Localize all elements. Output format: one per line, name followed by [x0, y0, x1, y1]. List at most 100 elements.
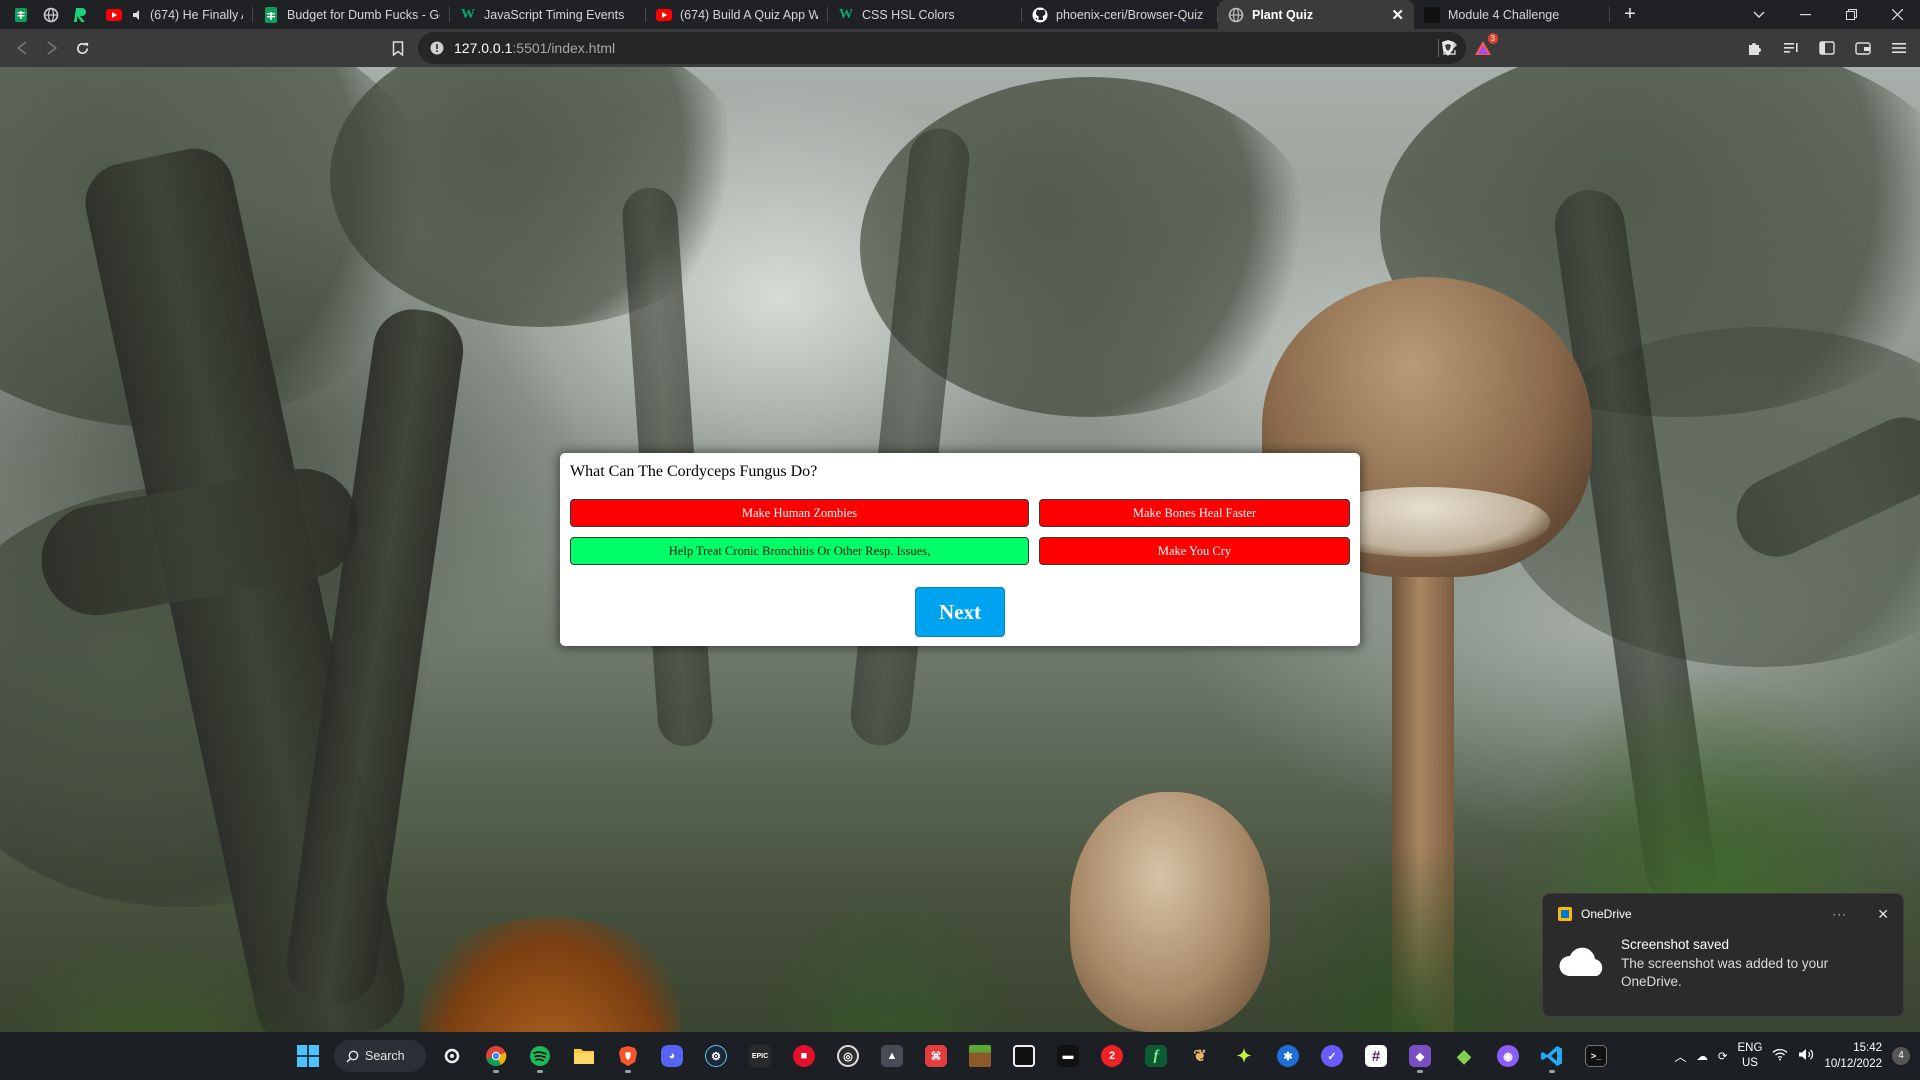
- taskbar-ea-app[interactable]: ■: [786, 1038, 822, 1074]
- taskbar-slack[interactable]: #: [1358, 1038, 1394, 1074]
- reload-button[interactable]: [67, 33, 97, 63]
- onedrive-notification[interactable]: OneDrive ··· ✕ Screenshot saved The scre…: [1542, 893, 1904, 1017]
- site-info-icon[interactable]: [430, 41, 444, 55]
- lion-shield-icon: [1442, 40, 1454, 56]
- brave-rewards-button[interactable]: 3: [1468, 33, 1498, 63]
- tab-module-4[interactable]: Module 4 Challenge: [1414, 0, 1610, 29]
- tab-label: phoenix-ceri/Browser-Quiz: [1056, 7, 1204, 22]
- tab-js-timing[interactable]: W JavaScript Timing Events: [450, 0, 646, 29]
- main-menu-button[interactable]: [1884, 33, 1914, 63]
- taskbar-vscode[interactable]: [1534, 1038, 1570, 1074]
- restore-window-icon[interactable]: [1828, 0, 1874, 29]
- taskbar-app-check[interactable]: ✓: [1314, 1038, 1350, 1074]
- taskbar-app-window[interactable]: [1006, 1038, 1042, 1074]
- taskbar-oculus[interactable]: ▬: [1050, 1038, 1086, 1074]
- notification-title: Screenshot saved: [1621, 937, 1730, 952]
- close-notification-icon[interactable]: ✕: [1877, 906, 1889, 923]
- tab-css-hsl[interactable]: W CSS HSL Colors: [828, 0, 1022, 29]
- wifi-icon[interactable]: [1772, 1048, 1788, 1064]
- taskbar-chrome[interactable]: [478, 1038, 514, 1074]
- answer-button-4[interactable]: Make You Cry: [1039, 537, 1350, 565]
- taskbar-discord[interactable]: ◕: [654, 1038, 690, 1074]
- taskbar-steelseries[interactable]: [434, 1038, 470, 1074]
- speaker-icon[interactable]: [130, 7, 146, 23]
- taskbar-sourcetree[interactable]: ◆: [1446, 1038, 1482, 1074]
- taskbar-minecraft[interactable]: [962, 1038, 998, 1074]
- sync-icon[interactable]: ⟳: [1718, 1049, 1728, 1063]
- onedrive-app-icon: [1558, 907, 1572, 921]
- taskbar-spotify[interactable]: [522, 1038, 558, 1074]
- clock[interactable]: 15:42 10/12/2022: [1824, 1040, 1882, 1072]
- taskbar-github-desktop[interactable]: ◉: [1490, 1038, 1526, 1074]
- tab-youtube-admitted[interactable]: (674) He Finally Admitted: [96, 0, 253, 29]
- taskbar-app-f[interactable]: f: [1138, 1038, 1174, 1074]
- taskbar-search[interactable]: Search: [334, 1040, 426, 1072]
- language-indicator[interactable]: ENG US: [1738, 1041, 1763, 1071]
- taskbar-steam[interactable]: ⚙: [698, 1038, 734, 1074]
- clock-date: 10/12/2022: [1824, 1058, 1882, 1070]
- taskbar-app-bluetooth[interactable]: ✱: [1270, 1038, 1306, 1074]
- region-code: US: [1741, 1057, 1758, 1069]
- taskbar-epic-games[interactable]: EPIC: [742, 1038, 778, 1074]
- reload-icon: [76, 42, 88, 54]
- taskbar-game-app[interactable]: ▲: [874, 1038, 910, 1074]
- notification-header: OneDrive ··· ✕: [1543, 894, 1903, 934]
- url-text[interactable]: 127.0.0.1:5501/index.html: [454, 40, 615, 56]
- address-bar[interactable]: 127.0.0.1:5501/index.html: [418, 32, 1466, 64]
- show-hidden-icons-chevron-icon[interactable]: ︿: [1674, 1048, 1686, 1065]
- youtube-icon: [656, 7, 672, 23]
- back-button[interactable]: [7, 33, 37, 63]
- start-button[interactable]: [290, 1038, 326, 1074]
- bookmark-button[interactable]: [383, 33, 413, 63]
- taskbar-controller-app[interactable]: ⌘: [918, 1038, 954, 1074]
- next-button[interactable]: Next: [915, 587, 1005, 637]
- quiz-card: What Can The Cordyceps Fungus Do? Make H…: [560, 453, 1360, 646]
- pinned-tab-replit[interactable]: [66, 0, 96, 29]
- steam-icon: ⚙: [705, 1045, 727, 1067]
- wallet-button[interactable]: [1848, 33, 1878, 63]
- notification-center-icon[interactable]: 4: [1892, 1047, 1910, 1065]
- tab-budget-sheet[interactable]: Budget for Dumb Fucks - Goo: [253, 0, 450, 29]
- forward-button[interactable]: [37, 33, 67, 63]
- new-tab-button[interactable]: +: [1610, 0, 1650, 29]
- taskbar-app-star[interactable]: ✦: [1226, 1038, 1262, 1074]
- tab-label: JavaScript Timing Events: [484, 7, 625, 22]
- w3schools-icon: W: [839, 6, 853, 22]
- tab-github-repo[interactable]: phoenix-ceri/Browser-Quiz: [1022, 0, 1218, 29]
- taskbar-overwatch[interactable]: 2: [1094, 1038, 1130, 1074]
- browser-tab-strip: (674) He Finally Admitted Budget for Dum…: [0, 0, 1920, 29]
- close-window-icon[interactable]: [1874, 0, 1920, 29]
- media-controls-button[interactable]: [1776, 33, 1806, 63]
- taskbar-brave[interactable]: [610, 1038, 646, 1074]
- volume-icon[interactable]: [1798, 1048, 1814, 1064]
- pinned-tab-globe[interactable]: [36, 0, 66, 29]
- extensions-button[interactable]: [1740, 33, 1770, 63]
- taskbar-app-wings[interactable]: ❦: [1182, 1038, 1218, 1074]
- question-text: What Can The Cordyceps Fungus Do?: [570, 463, 818, 480]
- tab-search-chevron-icon[interactable]: [1736, 0, 1782, 29]
- taskbar-visual-studio[interactable]: ◆: [1402, 1038, 1438, 1074]
- taskbar-file-explorer[interactable]: [566, 1038, 602, 1074]
- tab-plant-quiz[interactable]: Plant Quiz ✕: [1218, 0, 1414, 29]
- minimize-window-icon[interactable]: [1782, 0, 1828, 29]
- vscode-icon: [1541, 1046, 1562, 1066]
- more-options-icon[interactable]: ···: [1832, 907, 1847, 921]
- answer-button-1[interactable]: Make Human Zombies: [570, 499, 1029, 527]
- tab-label: Module 4 Challenge: [1448, 7, 1560, 22]
- tab-label: CSS HSL Colors: [862, 7, 955, 22]
- brave-shields-button[interactable]: [1433, 33, 1463, 63]
- answer-button-3[interactable]: Help Treat Cronic Bronchitis Or Other Re…: [570, 537, 1029, 565]
- page-viewport: What Can The Cordyceps Fungus Do? Make H…: [0, 67, 1920, 1032]
- close-tab-icon[interactable]: ✕: [1383, 6, 1404, 24]
- puzzle-piece-icon: [1749, 43, 1761, 55]
- pinned-tab-sheets[interactable]: [6, 0, 36, 29]
- taskbar-terminal[interactable]: >_: [1578, 1038, 1614, 1074]
- search-icon: [346, 1050, 359, 1062]
- taskbar-obs[interactable]: ◎: [830, 1038, 866, 1074]
- answer-button-2[interactable]: Make Bones Heal Faster: [1039, 499, 1350, 527]
- sidebar-button[interactable]: [1812, 33, 1842, 63]
- visual-studio-icon: ◆: [1409, 1045, 1431, 1067]
- tab-youtube-quiz[interactable]: (674) Build A Quiz App With J: [646, 0, 828, 29]
- onedrive-tray-icon[interactable]: ☁: [1696, 1049, 1708, 1063]
- game-art-icon: ▲: [881, 1045, 903, 1067]
